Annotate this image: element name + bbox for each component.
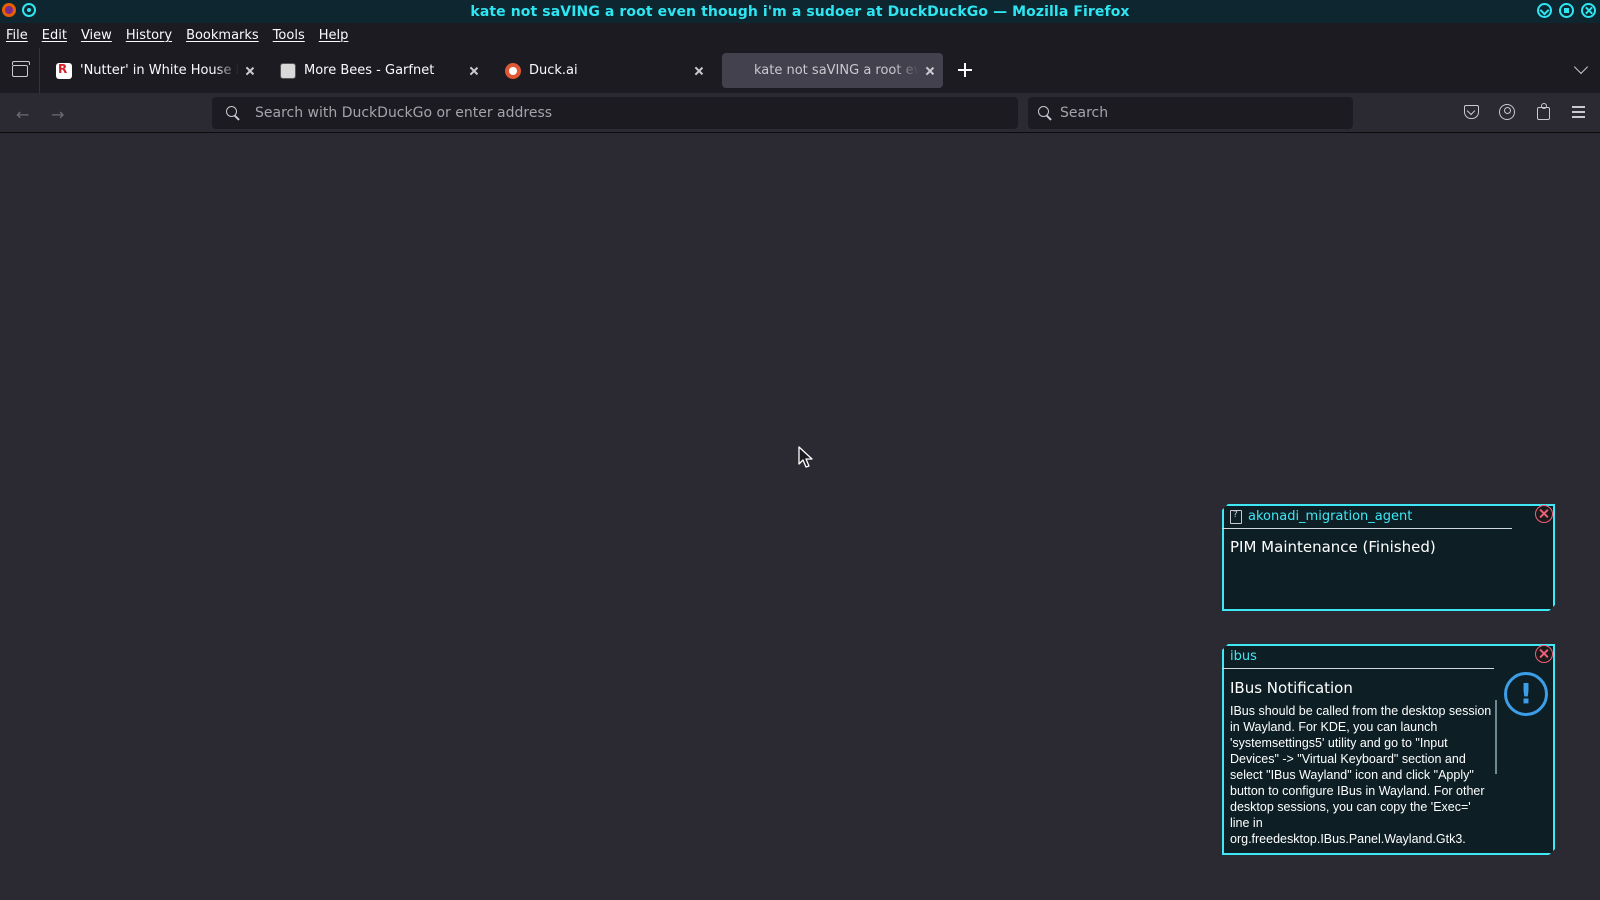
tab-kate-sudoer[interactable]: kate not saVING a root ev (722, 53, 943, 88)
new-tab-icon[interactable] (955, 60, 975, 80)
garfnet-icon (280, 62, 296, 79)
toolbar-icons (1462, 103, 1588, 121)
search-icon (226, 105, 241, 121)
tab-label: kate not saVING a root ev (754, 63, 919, 78)
firefox-view-icon (11, 60, 30, 77)
search-icon (1038, 105, 1053, 121)
tab-nutter[interactable]: 'Nutter' in White House is (48, 53, 263, 88)
menu-bar: File Edit View History Bookmarks Tools H… (0, 23, 1600, 48)
duckai-icon (505, 62, 521, 79)
tab-close-icon[interactable] (923, 64, 937, 78)
notification-divider (1212, 668, 1494, 669)
search-input-placeholder[interactable]: Search (1060, 105, 1108, 121)
notification-app-name: ibus (1230, 649, 1257, 664)
titlebar-left (2, 3, 36, 17)
tab-close-icon[interactable] (467, 64, 481, 78)
tab-strip: 'Nutter' in White House is More Bees - G… (0, 48, 1600, 93)
close-notification-icon[interactable] (1535, 645, 1553, 663)
list-all-tabs-chevron-icon[interactable] (1573, 59, 1589, 75)
extensions-icon[interactable] (1534, 103, 1552, 121)
tab-duck-ai[interactable]: Duck.ai (497, 53, 712, 88)
navigation-bar: ← → Search with DuckDuckGo or enter addr… (0, 93, 1600, 133)
window-controls (1537, 3, 1596, 18)
search-bar[interactable]: Search (1028, 97, 1353, 129)
menu-bookmarks[interactable]: Bookmarks (186, 28, 266, 43)
tab-more-bees[interactable]: More Bees - Garfnet (272, 53, 487, 88)
notification-akonadi[interactable]: akonadi_migration_agent PIM Maintenance … (1222, 504, 1555, 611)
notification-app-row: ibus (1230, 649, 1257, 664)
url-bar[interactable]: Search with DuckDuckGo or enter address (212, 97, 1018, 129)
window-title: kate not saVING a root even though i'm a… (470, 3, 1130, 20)
info-icon: ! (1504, 672, 1548, 716)
info-icon-glyph: ! (1519, 677, 1533, 710)
menu-view[interactable]: View (81, 28, 119, 43)
notification-body: IBus should be called from the desktop s… (1230, 704, 1492, 846)
tab-label: 'Nutter' in White House is (80, 63, 239, 78)
keep-above-icon[interactable] (22, 3, 36, 17)
menu-tools[interactable]: Tools (273, 28, 312, 43)
menu-history[interactable]: History (126, 28, 179, 43)
account-icon[interactable] (1498, 103, 1516, 121)
notification-divider (1212, 528, 1512, 529)
forward-arrow-icon[interactable]: → (51, 105, 64, 124)
close-window-icon[interactable] (1581, 3, 1596, 18)
pocket-icon[interactable] (1462, 103, 1480, 121)
notification-title: IBus Notification (1230, 679, 1353, 697)
menu-edit[interactable]: Edit (42, 28, 74, 43)
window-titlebar: kate not saVING a root even though i'm a… (0, 0, 1600, 23)
back-arrow-icon[interactable]: ← (16, 105, 29, 124)
menu-hamburger-icon[interactable] (1570, 103, 1588, 121)
url-input-placeholder[interactable]: Search with DuckDuckGo or enter address (255, 105, 552, 121)
close-notification-icon[interactable] (1535, 505, 1553, 523)
maximize-icon[interactable] (1559, 3, 1574, 18)
firefox-view-button[interactable] (0, 48, 40, 93)
notification-app-name: akonadi_migration_agent (1248, 509, 1413, 524)
loading-favicon (730, 63, 746, 79)
notification-app-row: akonadi_migration_agent (1230, 509, 1412, 524)
reuters-icon (56, 62, 72, 79)
menu-file[interactable]: File (6, 28, 35, 43)
minimize-icon[interactable] (1537, 3, 1552, 18)
mouse-cursor-icon (798, 446, 813, 468)
tab-close-icon[interactable] (243, 64, 257, 78)
notification-ibus[interactable]: ibus IBus Notification IBus should be ca… (1222, 644, 1555, 855)
notification-title: PIM Maintenance (Finished) (1230, 538, 1436, 556)
file-unknown-icon (1230, 510, 1242, 524)
tab-label: Duck.ai (529, 63, 578, 78)
menu-help[interactable]: Help (319, 28, 356, 43)
tab-close-icon[interactable] (692, 64, 706, 78)
firefox-logo-icon[interactable] (2, 3, 16, 17)
tab-label: More Bees - Garfnet (304, 63, 435, 78)
notification-scrollbar[interactable] (1495, 700, 1497, 774)
